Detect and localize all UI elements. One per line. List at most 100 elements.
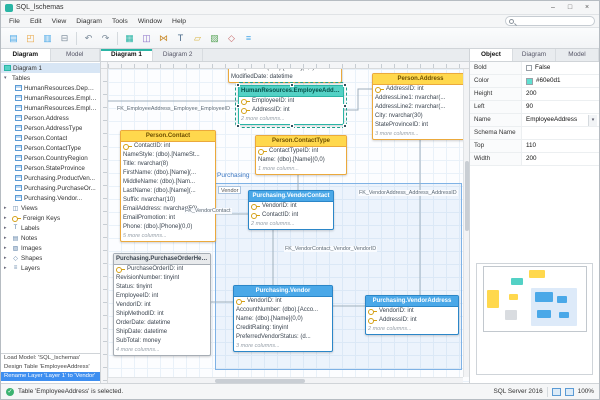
table-tree-item[interactable]: Person.Address: [1, 113, 100, 123]
selection-handle[interactable]: [343, 124, 347, 128]
entity-purchasing-purchaseorderheader[interactable]: Purchasing.PurchaseOrderHeaderPurchaseOr…: [113, 253, 211, 356]
property-value[interactable]: [522, 127, 599, 139]
tree-section-notes[interactable]: ▸▤Notes: [1, 233, 100, 243]
undo-icon[interactable]: ↶: [81, 31, 96, 46]
selection-handle[interactable]: [290, 124, 294, 128]
property-value[interactable]: 90: [522, 101, 599, 113]
tree-item-diagram-1[interactable]: Diagram 1: [1, 63, 100, 73]
inspector-tab-diagram[interactable]: Diagram: [513, 49, 556, 61]
grid-view-icon[interactable]: [565, 388, 574, 396]
search-box[interactable]: [505, 16, 595, 26]
log-entry[interactable]: Load Model: 'SQL_lschemas': [1, 354, 100, 363]
entity-person-address[interactable]: Person.AddressAddressID: intAddressLine1…: [372, 73, 469, 140]
table-tree-item[interactable]: Purchasing.ProductVen...: [1, 173, 100, 183]
close-button[interactable]: ×: [579, 4, 595, 11]
new-view-tool-icon[interactable]: ◫: [139, 31, 154, 46]
tree-group-tables[interactable]: ▾Tables: [1, 73, 100, 83]
table-tree-item[interactable]: HumanResources.Emplo...: [1, 103, 100, 113]
new-layer-tool-icon[interactable]: ≡: [241, 31, 256, 46]
table-tree-item[interactable]: HumanResources.Emplo...: [1, 93, 100, 103]
sidebar-tab-diagram[interactable]: Diagram: [1, 49, 51, 61]
tree-section-foreign-keys[interactable]: ▸Foreign Keys: [1, 213, 100, 223]
log-entry[interactable]: Design Table 'EmployeeAddress': [1, 363, 100, 372]
foreign-key-label[interactable]: FK_VendorAddress_Address_AddressID: [358, 190, 458, 196]
new-foreign-key-tool-icon[interactable]: ⋈: [156, 31, 171, 46]
menu-item-edit[interactable]: Edit: [26, 17, 46, 26]
overview-minimap[interactable]: [476, 263, 593, 375]
selection-handle[interactable]: [343, 104, 347, 108]
new-note-tool-icon[interactable]: ▱: [190, 31, 205, 46]
table-tree-item[interactable]: Person.StateProvince: [1, 163, 100, 173]
new-image-tool-icon[interactable]: ▨: [207, 31, 222, 46]
tree-section-shapes[interactable]: ▸◇Shapes: [1, 253, 100, 263]
entity-purchasing-vendor[interactable]: Purchasing.VendorVendorID: intAccountNum…: [233, 285, 333, 352]
table-tree-item[interactable]: Purchasing.PurchaseOr...: [1, 183, 100, 193]
menu-item-file[interactable]: File: [5, 17, 24, 26]
entity-purchasing-vendoraddress[interactable]: Purchasing.VendorAddressVendorID: intAdd…: [365, 295, 459, 335]
menu-item-window[interactable]: Window: [134, 17, 166, 26]
canvas-vertical-scrollbar[interactable]: [463, 69, 469, 377]
menu-item-tools[interactable]: Tools: [108, 17, 132, 26]
entity-humanresources-employeeaddress[interactable]: HumanResources.EmployeeAddressEmployeeID…: [238, 85, 344, 125]
selection-handle[interactable]: [343, 83, 347, 87]
log-entry[interactable]: Rename Layer 'Layer 1' to 'Vendor': [1, 372, 100, 381]
minimap-viewport[interactable]: [483, 266, 587, 332]
field-text: Status: tinyint: [116, 283, 152, 292]
dropdown-arrow-icon[interactable]: ▾: [588, 115, 597, 126]
maximize-button[interactable]: □: [562, 4, 578, 11]
tree-section-layers[interactable]: ▸≡Layers: [1, 263, 100, 273]
tree-section-views[interactable]: ▸◫Views: [1, 203, 100, 213]
selection-handle[interactable]: [236, 124, 240, 128]
selection-handle[interactable]: [290, 83, 294, 87]
new-shape-tool-icon[interactable]: ◇: [224, 31, 239, 46]
entity-purchasing-vendorcontact[interactable]: Purchasing.VendorContactVendorID: intCon…: [248, 190, 334, 230]
table-tree-item[interactable]: Person.Contact: [1, 133, 100, 143]
diagram-tab-1[interactable]: Diagram 1: [101, 49, 153, 61]
diagram-tab-2[interactable]: Diagram 2: [153, 49, 203, 61]
save-icon[interactable]: ▥: [40, 31, 55, 46]
table-tree-item[interactable]: Purchasing.Vendor...: [1, 193, 100, 203]
property-value[interactable]: 200: [522, 153, 599, 165]
minimize-button[interactable]: –: [545, 4, 561, 11]
property-value[interactable]: 110: [522, 140, 599, 152]
export-icon[interactable]: ⊟: [57, 31, 72, 46]
redo-icon[interactable]: ↷: [98, 31, 113, 46]
diagram-canvas[interactable]: PurchasingVendorFK_EmployeeAddress_Emplo…: [108, 69, 469, 383]
menu-item-help[interactable]: Help: [168, 17, 190, 26]
property-value[interactable]: #60e0d1: [522, 75, 599, 87]
table-tree-item[interactable]: Person.CountryRegion: [1, 153, 100, 163]
foreign-key-label[interactable]: FK_VendorContact_Vendor_VendorID: [284, 246, 377, 252]
property-value[interactable]: EmployeeAddress▾: [522, 114, 599, 126]
selection-handle[interactable]: [236, 104, 240, 108]
inspector-tab-object[interactable]: Object: [470, 49, 513, 61]
selection-handle[interactable]: [236, 83, 240, 87]
foreign-key-label[interactable]: FK_EmployeeAddress_Employee_EmployeeID: [116, 106, 231, 112]
entity-person-contact[interactable]: Person.ContactContactID: intNameStyle: (…: [120, 130, 216, 242]
canvas-horizontal-scrollbar[interactable]: [108, 377, 463, 383]
open-model-icon[interactable]: ◰: [23, 31, 38, 46]
entity-person-contacttype[interactable]: Person.ContactTypeContactTypeID: intName…: [255, 135, 347, 175]
foreign-key-label[interactable]: FK_VendorContact: [184, 208, 232, 214]
diagram-view-icon[interactable]: [552, 388, 561, 396]
sidebar-tab-model[interactable]: Model: [51, 49, 101, 61]
checkbox-unchecked-icon[interactable]: [526, 65, 532, 71]
menu-item-view[interactable]: View: [48, 17, 71, 26]
new-table-tool-icon[interactable]: ▦: [122, 31, 137, 46]
property-value[interactable]: False: [522, 62, 599, 74]
property-value[interactable]: 200: [522, 88, 599, 100]
table-tree-item[interactable]: HumanResources.Depar...: [1, 83, 100, 93]
new-label-tool-icon[interactable]: T: [173, 31, 188, 46]
new-model-icon[interactable]: ▤: [6, 31, 21, 46]
field-text: SubTotal: money: [116, 337, 161, 346]
table-tree-item[interactable]: Person.AddressType: [1, 123, 100, 133]
entity-partial-table[interactable]: Name: (dbo).[Name](0,0)GroupName: (dbo).…: [228, 69, 342, 83]
table-tree-item[interactable]: Person.ContactType: [1, 143, 100, 153]
property-value-text: 90: [526, 101, 533, 113]
tree-section-labels[interactable]: ▸TLabels: [1, 223, 100, 233]
search-icon: [509, 19, 514, 24]
search-input[interactable]: [516, 17, 591, 25]
inspector-tab-model[interactable]: Model: [556, 49, 599, 61]
menu-item-diagram[interactable]: Diagram: [72, 17, 106, 26]
layer-name-tag[interactable]: Vendor: [218, 186, 241, 194]
tree-section-images[interactable]: ▸▨Images: [1, 243, 100, 253]
